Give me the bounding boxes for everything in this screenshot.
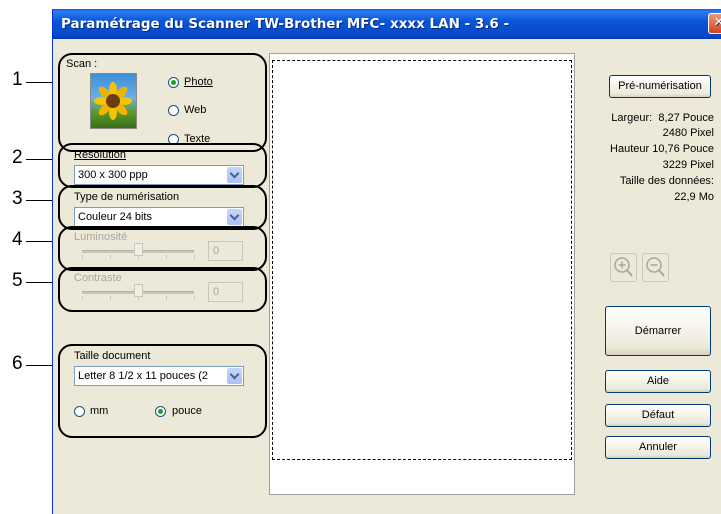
document-size-group: Taille document Letter 8 1/2 x 11 pouces…	[58, 344, 267, 438]
resolution-select[interactable]: 300 x 300 ppp	[74, 165, 244, 185]
mm-radio-label[interactable]: mm	[90, 405, 108, 417]
width-value: 8,27 Pouce	[658, 112, 714, 124]
help-button[interactable]: Aide	[605, 370, 711, 393]
zoom-out-icon	[646, 257, 665, 277]
brightness-label: Luminosité	[74, 231, 128, 243]
slider-tick	[166, 255, 167, 259]
slider-tick	[166, 296, 167, 300]
scan-type-value: Couleur 24 bits	[78, 211, 152, 223]
callout-3: 3	[12, 188, 23, 209]
brightness-group: Luminosité 0	[58, 226, 267, 271]
brightness-slider-thumb[interactable]	[134, 243, 143, 256]
callout-6: 6	[12, 353, 23, 374]
cancel-button[interactable]: Annuler	[605, 436, 711, 459]
contrast-value[interactable]: 0	[208, 282, 243, 302]
sunflower-photo-icon	[90, 73, 137, 129]
height-info: Hauteur 10,76 Pouce	[610, 143, 714, 155]
width-info: Largeur: 8,27 Pouce	[611, 112, 714, 124]
mm-radio[interactable]	[74, 406, 85, 417]
document-size-select[interactable]: Letter 8 1/2 x 11 pouces (2	[74, 366, 244, 386]
resolution-label: Résolution	[74, 149, 126, 161]
zoom-out-button[interactable]	[642, 253, 669, 282]
slider-tick	[110, 255, 111, 259]
photo-radio-label[interactable]: Photo	[184, 76, 213, 88]
data-size-label: Taille des données:	[619, 175, 714, 187]
web-radio-label[interactable]: Web	[184, 104, 206, 116]
document-size-label: Taille document	[74, 350, 151, 362]
height-value: 10,76 Pouce	[652, 143, 714, 155]
slider-tick	[110, 296, 111, 300]
width-label: Largeur:	[611, 112, 653, 124]
pouce-radio[interactable]	[155, 406, 166, 417]
chevron-down-icon[interactable]	[227, 167, 242, 183]
height-pixels: 3229 Pixel	[662, 159, 714, 171]
slider-tick	[82, 296, 83, 300]
title-bar: Paramétrage du Scanner TW-Brother MFC- x…	[53, 9, 721, 39]
scan-label: Scan :	[66, 58, 98, 70]
brightness-value[interactable]: 0	[208, 241, 243, 261]
document-size-value: Letter 8 1/2 x 11 pouces (2	[78, 370, 209, 382]
data-size-value: 22,9 Mo	[674, 191, 714, 203]
pouce-radio-label[interactable]: pouce	[172, 405, 202, 417]
web-radio[interactable]	[168, 105, 179, 116]
callout-4: 4	[12, 229, 23, 250]
preview-area[interactable]	[269, 53, 575, 495]
contrast-slider-thumb[interactable]	[134, 284, 143, 297]
scan-group: Scan : Photo Web Texte	[58, 53, 267, 152]
scan-type-group: Type de numérisation Couleur 24 bits	[58, 185, 267, 230]
callout-1: 1	[12, 69, 23, 90]
photo-radio[interactable]	[168, 77, 179, 88]
slider-tick	[194, 296, 195, 300]
sunflower-graphic	[94, 82, 132, 120]
prescan-button[interactable]: Pré-numérisation	[609, 75, 711, 98]
close-button[interactable]: ✕	[708, 13, 721, 34]
slider-tick	[194, 255, 195, 259]
scan-area-selection[interactable]	[272, 60, 572, 460]
window-title: Paramétrage du Scanner TW-Brother MFC- x…	[61, 16, 510, 32]
scan-type-label: Type de numérisation	[74, 191, 180, 203]
zoom-in-icon	[614, 257, 633, 277]
contrast-label: Contraste	[74, 272, 122, 284]
scan-type-select[interactable]: Couleur 24 bits	[74, 207, 244, 227]
contrast-group: Contraste 0	[58, 267, 267, 312]
chevron-down-icon[interactable]	[227, 368, 242, 384]
slider-tick	[82, 255, 83, 259]
resolution-group: Résolution 300 x 300 ppp	[58, 143, 267, 188]
chevron-down-icon[interactable]	[227, 209, 242, 225]
resolution-value: 300 x 300 ppp	[78, 169, 148, 181]
callout-5: 5	[12, 270, 23, 291]
scanner-settings-window: Paramétrage du Scanner TW-Brother MFC- x…	[52, 9, 721, 514]
width-pixels: 2480 Pixel	[662, 127, 714, 139]
start-button[interactable]: Démarrer	[605, 306, 711, 356]
zoom-in-button[interactable]	[610, 253, 637, 282]
default-button[interactable]: Défaut	[605, 404, 711, 427]
callout-2: 2	[12, 147, 23, 168]
height-label: Hauteur	[610, 143, 650, 155]
